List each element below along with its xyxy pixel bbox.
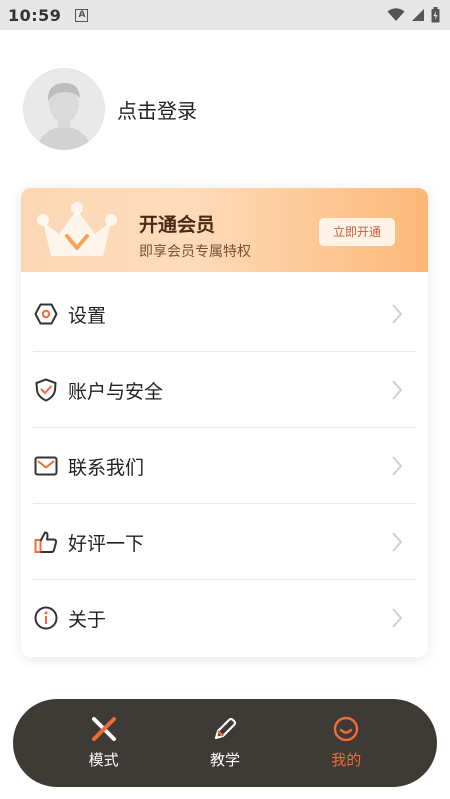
vip-subtitle: 即享会员专属特权 (139, 244, 251, 260)
vip-banner[interactable]: 开通会员 即享会员专属特权 立即开通 (21, 188, 428, 272)
chevron-right-icon (392, 456, 402, 476)
smile-icon (334, 716, 359, 742)
open-vip-button[interactable]: 立即开通 (319, 218, 395, 246)
nav-label: 教学 (209, 751, 240, 769)
chevron-right-icon (392, 608, 402, 628)
shield-check-icon (34, 378, 58, 402)
mode-x-icon (91, 717, 116, 741)
status-time: 10:59 (8, 5, 62, 25)
nav-item-mode[interactable]: 模式 (69, 716, 139, 770)
info-icon (34, 606, 58, 630)
profile-header[interactable]: 点击登录 (23, 68, 197, 150)
mail-icon (34, 454, 58, 478)
settings-hexagon-icon (34, 302, 58, 326)
menu-item-label: 账户与安全 (68, 380, 164, 403)
nav-label: 我的 (331, 751, 362, 769)
status-bar: 10:59 A (0, 0, 450, 30)
menu-item-label: 设置 (68, 304, 107, 327)
nav-item-teaching[interactable]: 教学 (190, 716, 260, 770)
signal-icon (412, 9, 424, 21)
menu-item-settings[interactable]: 设置 (21, 276, 428, 352)
notification-icon: A (75, 8, 89, 22)
bottom-nav: 模式 教学 我的 (13, 699, 437, 787)
pencil-icon (214, 717, 237, 740)
menu-item-rate[interactable]: 好评一下 (21, 504, 428, 580)
status-icons (387, 7, 440, 23)
menu-item-account-security[interactable]: 账户与安全 (21, 352, 428, 428)
menu-item-label: 关于 (68, 608, 107, 631)
menu-item-about[interactable]: 关于 (21, 580, 428, 656)
crown-icon (37, 202, 117, 256)
nav-label: 模式 (88, 751, 119, 769)
wifi-icon (387, 8, 405, 21)
thumbs-up-icon (34, 530, 58, 554)
avatar[interactable] (23, 68, 105, 150)
chevron-right-icon (392, 304, 402, 324)
nav-item-mine[interactable]: 我的 (311, 716, 381, 770)
menu-item-label: 好评一下 (68, 532, 145, 555)
menu-list: 设置 账户与安全 联系我们 好评一下 关于 (21, 276, 428, 656)
default-avatar-icon (23, 68, 105, 150)
menu-item-label: 联系我们 (68, 456, 145, 479)
login-text[interactable]: 点击登录 (117, 95, 197, 124)
settings-card: 开通会员 即享会员专属特权 立即开通 设置 账户与安全 联系我们 好评一下 关于 (21, 188, 428, 657)
chevron-right-icon (392, 380, 402, 400)
battery-icon (431, 7, 440, 23)
chevron-right-icon (392, 532, 402, 552)
vip-title: 开通会员 (139, 214, 216, 236)
menu-item-contact-us[interactable]: 联系我们 (21, 428, 428, 504)
